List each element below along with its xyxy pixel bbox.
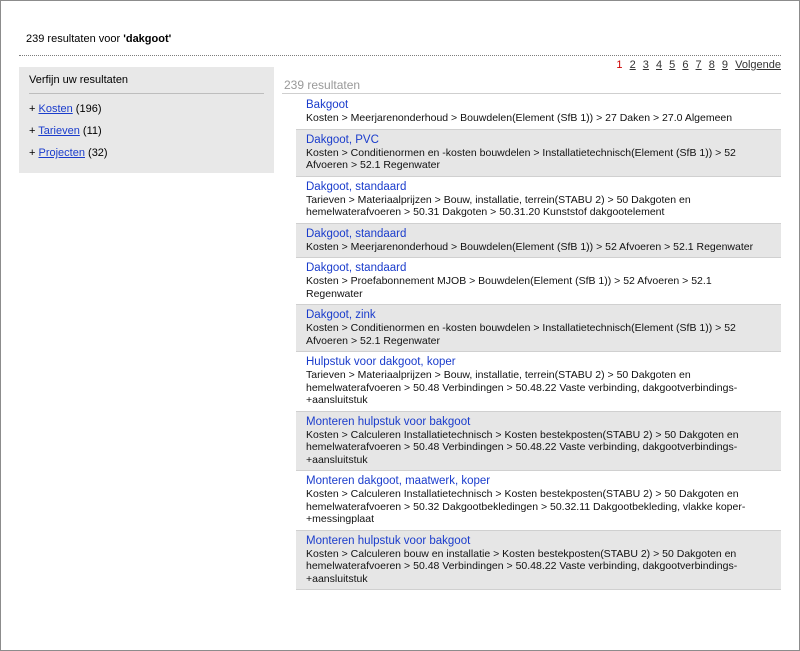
search-summary: 239 resultaten voor 'dakgoot' <box>26 33 171 45</box>
page-link-8[interactable]: 8 <box>709 59 715 71</box>
result-path: Kosten > Calculeren Installatietechnisch… <box>306 488 746 525</box>
facet-projecten: + Projecten (32) <box>29 146 108 168</box>
search-summary-prefix: 239 resultaten voor <box>26 33 121 45</box>
results-list: Bakgoot Kosten > Meerjarenonderhoud > Bo… <box>296 95 781 590</box>
result-title-link[interactable]: Dakgoot, standaard <box>306 227 771 241</box>
result-item: Monteren dakgoot, maatwerk, koper Kosten… <box>296 471 781 531</box>
result-item: Dakgoot, standaard Kosten > Meerjarenond… <box>296 223 781 258</box>
facet-tarieven-count: (11) <box>82 125 102 137</box>
next-page-link[interactable]: Volgende <box>735 59 781 71</box>
facet-projecten-link[interactable]: Projecten <box>38 147 84 159</box>
page-link-3[interactable]: 3 <box>643 59 649 71</box>
pagination: 1 2 3 4 5 6 7 8 9 Volgende <box>612 59 781 71</box>
result-title-link[interactable]: Hulpstuk voor dakgoot, koper <box>306 355 771 369</box>
result-item: Hulpstuk voor dakgoot, koper Tarieven > … <box>296 352 781 412</box>
results-count: 239 resultaten <box>284 78 361 92</box>
header-divider <box>19 55 781 56</box>
result-path: Kosten > Proefabonnement MJOB > Bouwdele… <box>306 275 712 300</box>
page-link-2[interactable]: 2 <box>630 59 636 71</box>
result-title-link[interactable]: Dakgoot, PVC <box>306 133 771 147</box>
result-title-link[interactable]: Bakgoot <box>306 98 771 112</box>
facet-kosten-link[interactable]: Kosten <box>38 103 72 115</box>
result-item: Monteren hulpstuk voor bakgoot Kosten > … <box>296 530 781 590</box>
facet-kosten-count: (196) <box>75 103 102 115</box>
result-path: Kosten > Meerjarenonderhoud > Bouwdelen(… <box>306 240 754 253</box>
facet-tarieven-link[interactable]: Tarieven <box>38 125 80 137</box>
page-current: 1 <box>616 59 623 71</box>
result-title-link[interactable]: Dakgoot, standaard <box>306 261 771 275</box>
refine-sidebar: Verfijn uw resultaten + Kosten (196) + T… <box>19 67 274 173</box>
plus-icon: + <box>29 125 39 137</box>
page-link-6[interactable]: 6 <box>682 59 688 71</box>
result-title-link[interactable]: Monteren hulpstuk voor bakgoot <box>306 415 771 429</box>
sidebar-title: Verfijn uw resultaten <box>29 74 129 86</box>
page-link-7[interactable]: 7 <box>696 59 702 71</box>
result-path: Kosten > Conditienormen en -kosten bouwd… <box>306 146 736 172</box>
search-query: 'dakgoot' <box>123 33 172 45</box>
facet-projecten-count: (32) <box>88 147 108 159</box>
result-item: Dakgoot, standaard Tarieven > Materiaalp… <box>296 177 781 224</box>
result-path: Kosten > Meerjarenonderhoud > Bouwdelen(… <box>306 112 733 124</box>
sidebar-divider <box>29 93 264 94</box>
result-path: Tarieven > Materiaalprijzen > Bouw, inst… <box>306 193 691 219</box>
result-path: Kosten > Calculeren Installatietechnisch… <box>306 428 739 466</box>
page-link-4[interactable]: 4 <box>656 59 662 71</box>
page-link-5[interactable]: 5 <box>669 59 675 71</box>
result-item: Dakgoot, PVC Kosten > Conditienormen en … <box>296 129 781 177</box>
facet-tarieven: + Tarieven (11) <box>29 124 108 146</box>
result-title-link[interactable]: Dakgoot, standaard <box>306 180 771 194</box>
result-title-link[interactable]: Monteren hulpstuk voor bakgoot <box>306 534 771 548</box>
results-divider <box>282 93 781 94</box>
result-item: Monteren hulpstuk voor bakgoot Kosten > … <box>296 411 781 471</box>
result-item: Bakgoot Kosten > Meerjarenonderhoud > Bo… <box>296 95 781 130</box>
result-path: Kosten > Calculeren bouw en installatie … <box>306 547 738 585</box>
page-link-9[interactable]: 9 <box>722 59 728 71</box>
result-item: Dakgoot, standaard Kosten > Proefabonnem… <box>296 258 781 305</box>
facet-list: + Kosten (196) + Tarieven (11) + Project… <box>29 102 108 168</box>
result-title-link[interactable]: Dakgoot, zink <box>306 308 771 322</box>
result-path: Tarieven > Materiaalprijzen > Bouw, inst… <box>306 369 738 406</box>
result-title-link[interactable]: Monteren dakgoot, maatwerk, koper <box>306 474 771 488</box>
result-path: Kosten > Conditienormen en -kosten bouwd… <box>306 322 736 347</box>
result-item: Dakgoot, zink Kosten > Conditienormen en… <box>296 305 781 352</box>
facet-kosten: + Kosten (196) <box>29 102 108 124</box>
